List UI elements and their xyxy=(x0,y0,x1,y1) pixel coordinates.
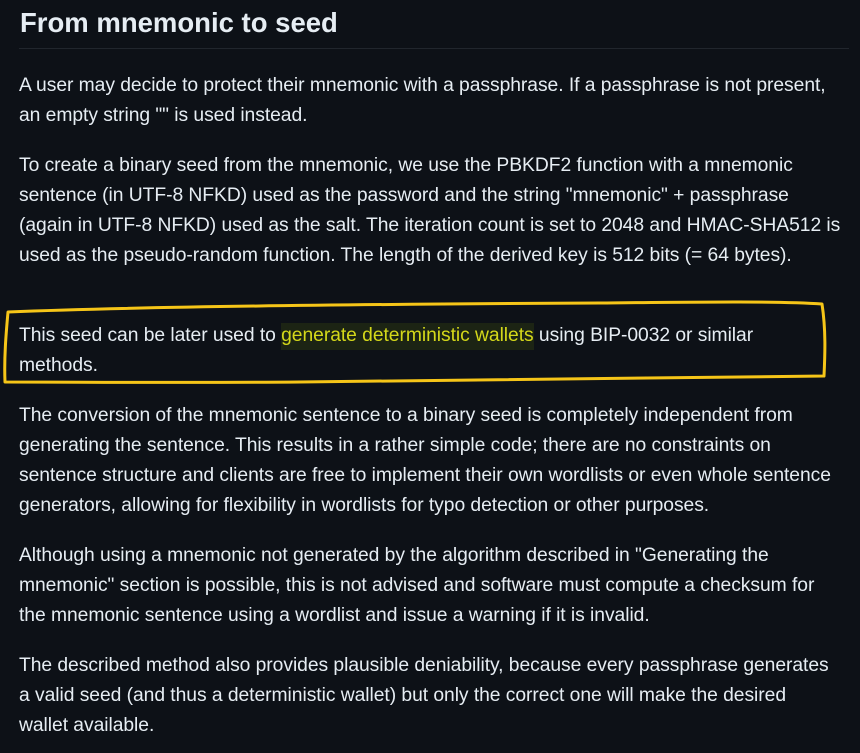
paragraph-deniability: The described method also provides plaus… xyxy=(19,655,829,736)
paragraph-pbkdf2: To create a binary seed from the mnemoni… xyxy=(19,155,841,266)
generate-deterministic-wallets-link[interactable]: generate deterministic wallets xyxy=(281,323,534,350)
markdown-body: From mnemonic to seed A user may decide … xyxy=(19,0,849,736)
seed-usage-text-before: This seed can be later used to xyxy=(19,325,282,346)
paragraph-seed-usage: This seed can be later used to generate … xyxy=(19,321,819,381)
paragraph-checksum-warning: Although using a mnemonic not generated … xyxy=(19,545,815,626)
paragraph-conversion: The conversion of the mnemonic sentence … xyxy=(19,405,831,516)
paragraph-passphrase: A user may decide to protect their mnemo… xyxy=(19,75,826,126)
section-heading: From mnemonic to seed xyxy=(19,0,849,49)
